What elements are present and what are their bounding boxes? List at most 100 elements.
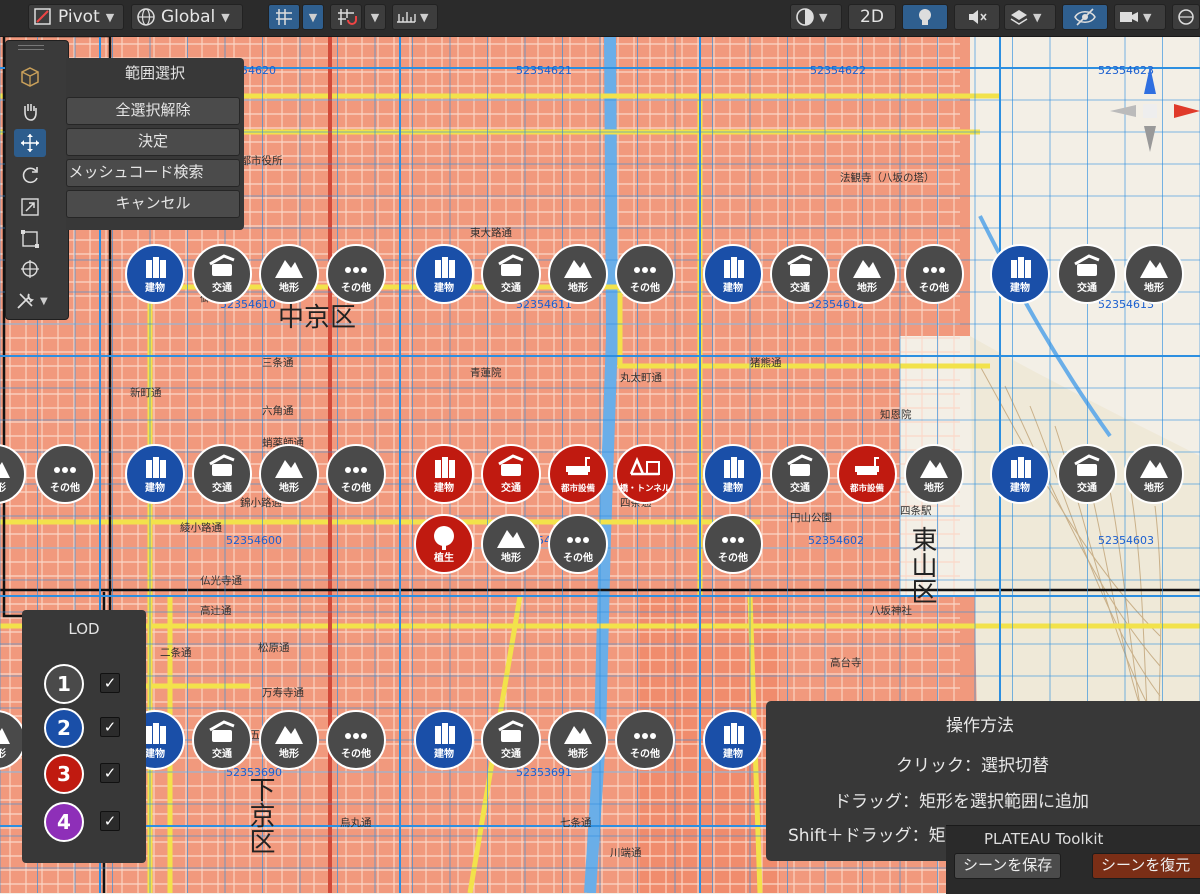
building-lod2-icon[interactable]: 建物 (703, 244, 763, 304)
place-label: 青蓮院 (470, 366, 502, 379)
other-lod1-icon[interactable]: その他 (904, 244, 964, 304)
facility-label: 都市設備 (560, 483, 596, 494)
other-lod1-icon[interactable]: その他 (615, 710, 675, 770)
chevron-down-icon: ▼ (370, 10, 380, 24)
terrain-lod1-icon[interactable]: 地形 (837, 244, 897, 304)
building-lod2-icon[interactable]: 建物 (414, 710, 474, 770)
cancel-button[interactable]: キャンセル (66, 190, 240, 218)
global-dropdown[interactable]: Global ▼ (131, 4, 243, 30)
chevron-down-icon: ▼ (420, 10, 429, 24)
other-lod1-icon[interactable]: その他 (326, 444, 386, 504)
lod-4-checkbox[interactable]: ✓ (100, 811, 120, 831)
terrain-lod1-icon[interactable]: 地形 (548, 710, 608, 770)
lighting-toggle[interactable] (902, 4, 948, 30)
2d-label: 2D (860, 7, 884, 27)
terrain-lod1-icon[interactable]: 地形 (548, 244, 608, 304)
transport-lod1-icon[interactable]: 交通 (1057, 444, 1117, 504)
drag-handle[interactable] (18, 45, 44, 50)
transport-lod1-icon[interactable]: 交通 (1057, 244, 1117, 304)
grid-snap-button[interactable] (268, 4, 300, 30)
rotate-tool-button[interactable] (14, 161, 46, 189)
terrain-lod1-icon[interactable]: 地形 (1124, 444, 1184, 504)
other-lod1-icon[interactable]: その他 (703, 514, 763, 574)
snap-settings-button[interactable]: ▼ (392, 4, 438, 30)
bridge-lod3-icon[interactable]: 橋・トンネル (615, 444, 675, 504)
rect-tool-button[interactable] (14, 225, 46, 253)
shading-mode-dropdown[interactable]: ▼ (790, 4, 842, 30)
gizmo-x-axis-cone[interactable] (1174, 104, 1200, 118)
transform-tool-button[interactable] (14, 255, 46, 283)
lod-2-checkbox[interactable]: ✓ (100, 717, 120, 737)
visibility-toggle[interactable] (1062, 4, 1108, 30)
pivot-icon (34, 8, 51, 25)
other-lod1-icon[interactable]: その他 (615, 244, 675, 304)
transport-lod1-icon[interactable]: 交通 (192, 710, 252, 770)
gizmo-z-axis-cone[interactable] (1144, 66, 1156, 94)
view-tool-button[interactable] (14, 63, 46, 91)
terrain-lod1-icon[interactable]: 地形 (259, 244, 319, 304)
transport-lod3-icon[interactable]: 交通 (481, 444, 541, 504)
place-label: 四条駅 (900, 504, 932, 517)
building-lod2-icon[interactable]: 建物 (703, 444, 763, 504)
terrain-label: 地形 (924, 481, 944, 494)
facility-lod3-icon[interactable]: 都市設備 (548, 444, 608, 504)
increment-snap-dropdown[interactable]: ▼ (364, 4, 386, 30)
gizmo-x-neg-cone[interactable] (1110, 105, 1136, 117)
move-tool-button[interactable] (14, 129, 46, 157)
pivot-label: Pivot (58, 7, 100, 27)
facility-lod3-icon[interactable]: 都市設備 (837, 444, 897, 504)
other-lod1-icon[interactable]: その他 (548, 514, 608, 574)
save-scene-button[interactable]: シーンを保存 (954, 853, 1062, 879)
transport-lod1-icon[interactable]: 交通 (192, 444, 252, 504)
transport-lod1-icon[interactable]: 交通 (770, 444, 830, 504)
magnet-grid-icon (338, 9, 357, 25)
pivot-dropdown[interactable]: Pivot ▼ (28, 4, 124, 30)
building-label: 建物 (144, 747, 165, 760)
other-lod1-icon[interactable]: その他 (326, 244, 386, 304)
transport-lod1-icon[interactable]: 交通 (481, 710, 541, 770)
terrain-lod1-icon[interactable]: 地形 (1124, 244, 1184, 304)
transport-lod1-icon[interactable]: 交通 (481, 244, 541, 304)
lod-row-2: 2 ✓ (44, 708, 134, 750)
building-lod2-icon[interactable]: 建物 (125, 244, 185, 304)
audio-toggle[interactable] (954, 4, 1000, 30)
other-lod1-icon[interactable]: その他 (326, 710, 386, 770)
instruction-drag: ドラッグ：矩形を選択範囲に追加 (834, 792, 1089, 812)
building-lod2-icon[interactable]: 建物 (703, 710, 763, 770)
building-lod2-icon[interactable]: 建物 (125, 444, 185, 504)
grid-snap-dropdown[interactable]: ▼ (302, 4, 324, 30)
deselect-all-button[interactable]: 全選択解除 (66, 97, 240, 125)
gizmos-button[interactable] (1172, 4, 1200, 30)
custom-tools-dropdown[interactable]: ▼ (14, 287, 60, 315)
confirm-button[interactable]: 決定 (66, 128, 240, 156)
vegetation-lod3-icon[interactable]: 植生 (414, 514, 474, 574)
rotate-icon (22, 167, 38, 184)
place-label: 松原通 (258, 641, 290, 654)
restore-scene-button[interactable]: シーンを復元 (1092, 853, 1200, 879)
gizmo-center-cube[interactable] (1143, 104, 1157, 118)
other-lod1-icon[interactable]: その他 (35, 444, 95, 504)
scene-orientation-gizmo[interactable] (1110, 56, 1200, 166)
terrain-lod1-icon[interactable]: 地形 (259, 444, 319, 504)
camera-dropdown[interactable]: ▼ (1114, 4, 1166, 30)
grid-snap-icon (276, 9, 292, 25)
gizmo-down-cone[interactable] (1144, 126, 1156, 152)
lod-1-checkbox[interactable]: ✓ (100, 673, 120, 693)
transport-lod1-icon[interactable]: 交通 (770, 244, 830, 304)
building-lod2-icon[interactable]: 建物 (990, 244, 1050, 304)
scale-tool-button[interactable] (14, 193, 46, 221)
mesh-code-search-button[interactable]: メッシュコード検索 (66, 159, 240, 187)
hand-tool-button[interactable] (14, 97, 46, 125)
building-lod2-icon[interactable]: 建物 (990, 444, 1050, 504)
building-lod2-icon[interactable]: 建物 (414, 244, 474, 304)
lod-3-checkbox[interactable]: ✓ (100, 763, 120, 783)
transport-lod1-icon[interactable]: 交通 (192, 244, 252, 304)
terrain-lod1-icon[interactable]: 地形 (904, 444, 964, 504)
building-lod3-icon[interactable]: 建物 (414, 444, 474, 504)
transport-label: 交通 (212, 481, 232, 494)
terrain-lod1-icon[interactable]: 地形 (259, 710, 319, 770)
2d-mode-button[interactable]: 2D (848, 4, 896, 30)
effects-dropdown[interactable]: ▼ (1004, 4, 1056, 30)
terrain-lod1-icon[interactable]: 地形 (481, 514, 541, 574)
increment-snap-button[interactable] (330, 4, 362, 30)
